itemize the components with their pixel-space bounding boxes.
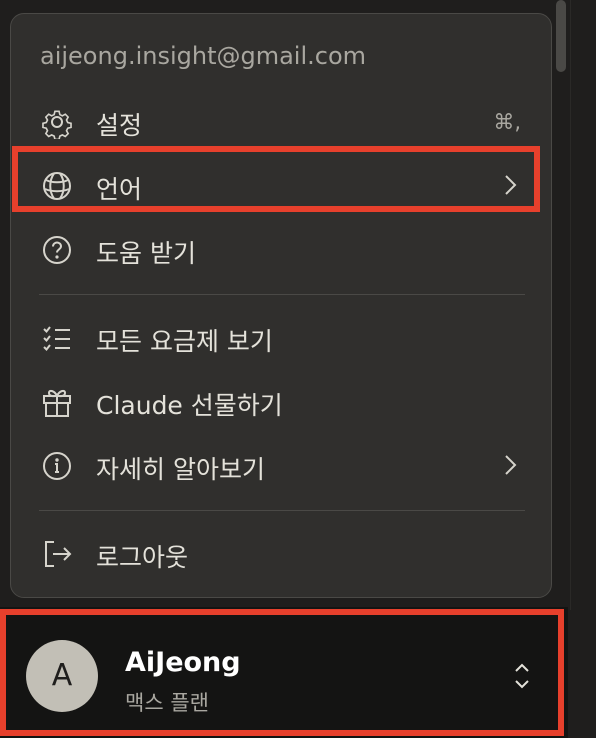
scrollbar-thumb[interactable] — [556, 0, 566, 72]
menu-item-label: 로그아웃 — [96, 543, 189, 572]
menu-item-logout[interactable]: 로그아웃 — [11, 522, 551, 586]
menu-item-help[interactable]: 도움 받기 — [11, 218, 551, 282]
user-account-button[interactable]: A AiJeong 맥스 플랜 — [0, 607, 568, 738]
menu-item-label: 자세히 알아보기 — [96, 455, 265, 484]
help-circle-icon — [40, 233, 74, 267]
menu-divider — [39, 510, 525, 511]
menu-item-all-plans[interactable]: 모든 요금제 보기 — [11, 306, 551, 370]
menu-item-label: 도움 받기 — [96, 239, 196, 268]
account-menu: aijeong.insight@gmail.com 설정 ⌘, 언어 도움 받기… — [10, 13, 552, 598]
menu-divider — [39, 294, 525, 295]
menu-item-label: 모든 요금제 보기 — [96, 327, 273, 356]
menu-item-label: Claude 선물하기 — [96, 391, 283, 420]
checklist-icon — [40, 321, 74, 355]
keyboard-shortcut: ⌘, — [493, 110, 521, 134]
gear-icon — [40, 105, 74, 139]
gift-icon — [40, 385, 74, 419]
avatar: A — [26, 640, 98, 712]
user-name: AiJeong — [125, 647, 241, 678]
menu-item-language[interactable]: 언어 — [11, 154, 551, 218]
chevron-up-down-icon — [508, 659, 536, 693]
globe-icon — [40, 169, 74, 203]
menu-item-gift[interactable]: Claude 선물하기 — [11, 370, 551, 434]
chevron-right-icon — [500, 452, 520, 478]
menu-item-label: 언어 — [96, 175, 143, 204]
account-email: aijeong.insight@gmail.com — [40, 42, 367, 70]
menu-item-settings[interactable]: 설정 ⌘, — [11, 90, 551, 154]
logout-icon — [40, 537, 74, 571]
chevron-right-icon — [500, 172, 520, 198]
user-plan: 맥스 플랜 — [125, 691, 209, 715]
panel-divider — [570, 0, 571, 610]
menu-item-learn-more[interactable]: 자세히 알아보기 — [11, 434, 551, 498]
info-icon — [40, 449, 74, 483]
menu-item-label: 설정 — [96, 111, 143, 140]
